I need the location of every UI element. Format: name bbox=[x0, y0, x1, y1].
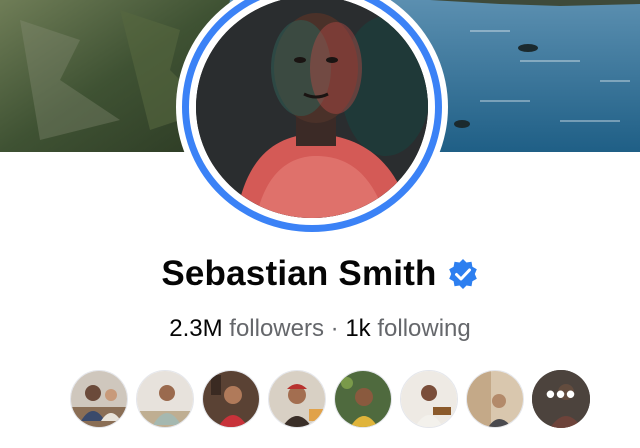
following-label: following bbox=[377, 315, 471, 342]
stats-separator: · bbox=[330, 315, 339, 342]
friend-avatar[interactable] bbox=[334, 370, 392, 428]
following-link[interactable]: 1k following bbox=[345, 315, 470, 342]
profile-name-row: Sebastian Smith bbox=[0, 254, 640, 294]
friend-avatar[interactable] bbox=[70, 370, 128, 428]
follow-stats: 2.3M followers · 1k following bbox=[0, 315, 640, 343]
friend-avatar[interactable] bbox=[466, 370, 524, 428]
friend-avatar[interactable] bbox=[136, 370, 194, 428]
friend-avatar[interactable] bbox=[202, 370, 260, 428]
followers-label: followers bbox=[229, 315, 324, 342]
friend-avatar[interactable] bbox=[268, 370, 326, 428]
profile-name: Sebastian Smith bbox=[161, 254, 437, 293]
profile-avatar[interactable] bbox=[176, 0, 448, 238]
friends-preview: ••• bbox=[70, 370, 590, 430]
verified-badge-icon bbox=[447, 258, 479, 290]
followers-count: 2.3M bbox=[169, 315, 223, 342]
more-dots-icon: ••• bbox=[545, 378, 577, 409]
friend-avatar[interactable] bbox=[400, 370, 458, 428]
more-friends-button[interactable]: ••• bbox=[532, 370, 590, 428]
avatar-photo bbox=[196, 0, 428, 218]
followers-link[interactable]: 2.3M followers bbox=[169, 315, 324, 342]
following-count: 1k bbox=[345, 315, 371, 342]
